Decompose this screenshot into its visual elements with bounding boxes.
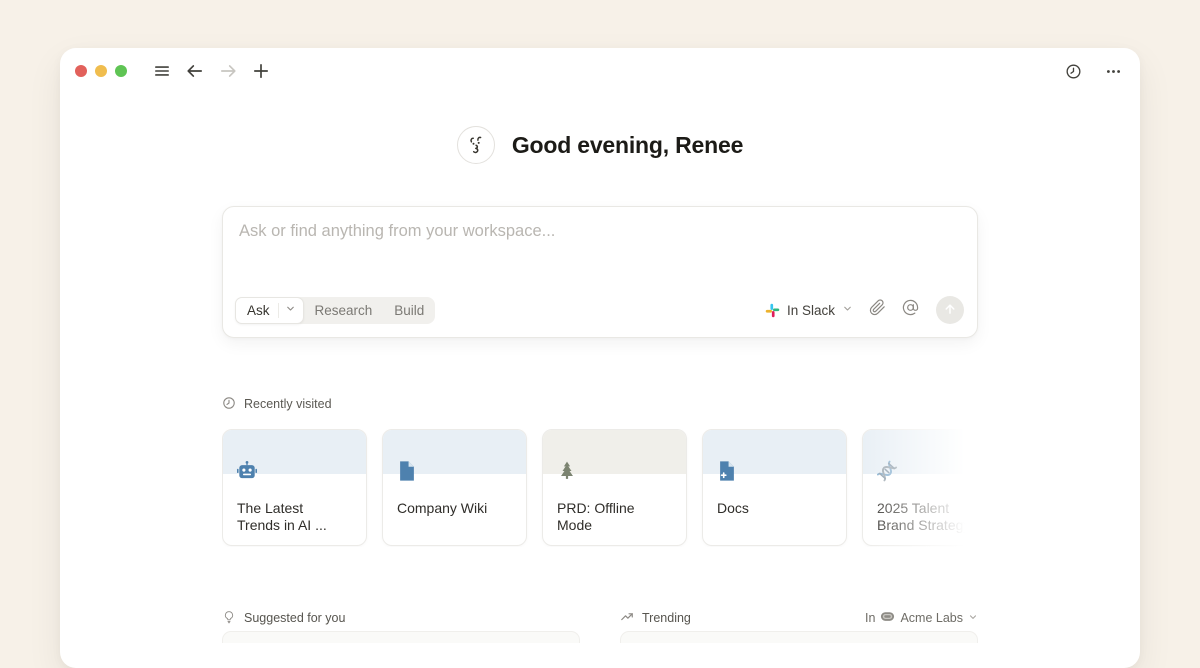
arrow-up-icon [943,302,957,319]
recent-card[interactable]: Company Wiki [382,429,527,546]
titlebar-left-controls [75,61,271,81]
app-window: Good evening, Renee Ask Research Build [60,48,1140,668]
paperclip-icon [869,299,886,321]
hamburger-icon [153,62,171,80]
plus-icon [252,62,270,80]
ai-face-glyph [464,133,488,157]
notion-ai-face-icon [457,126,495,164]
recent-card-title: Company Wiki [383,500,507,517]
workspace-name: Acme Labs [900,611,963,625]
page-icon [396,460,418,482]
mode-ask-label: Ask [236,303,278,318]
below-fold-card-peeks [222,631,978,643]
suggested-label: Suggested for you [244,611,345,625]
attach-button[interactable] [869,299,886,321]
slack-icon [765,303,780,318]
recently-visited-header: Recently visited [222,395,978,413]
ask-input-card: Ask Research Build In Slack [222,206,978,338]
recent-card-title: Docs [703,500,827,517]
ellipsis-icon [1105,63,1122,80]
trending-card-peek [620,631,978,643]
context-picker[interactable]: In Slack [765,301,853,319]
ask-toolbar: Ask Research Build In Slack [223,296,977,337]
mode-ask-button[interactable]: Ask [235,297,304,324]
clock-icon [222,396,236,413]
recently-visited-carousel: The Latest Trends in AI ... Company Wiki P… [222,429,978,547]
recent-card-title: The Latest Trends in AI ... [223,500,347,534]
ask-input[interactable] [223,207,977,296]
dna-icon [876,460,898,482]
lightbulb-icon [222,610,236,627]
recent-card[interactable]: Docs [702,429,847,546]
suggested-card-peek [222,631,580,643]
acme-labs-logo-icon [880,609,895,627]
mode-research-button[interactable]: Research [304,297,384,324]
zoom-window-button[interactable] [115,65,127,77]
more-options-button[interactable] [1103,61,1123,81]
forward-button[interactable] [218,61,238,81]
chevron-down-icon[interactable] [279,301,303,319]
recent-card[interactable]: PRD: Offline Mode [542,429,687,546]
history-clock-icon [1065,63,1082,80]
trending-up-icon [620,610,634,627]
new-tab-button[interactable] [251,61,271,81]
mode-build-button[interactable]: Build [383,297,435,324]
mode-switch: Ask Research Build [235,297,435,324]
titlebar-right-controls [1063,61,1123,81]
footer-section-headers: Suggested for you Trending In Acme Labs [222,609,978,627]
titlebar [60,48,1140,94]
at-sign-icon [902,299,919,321]
workspace-prefix: In [865,611,875,625]
page-plus-icon [716,460,738,482]
history-button[interactable] [1063,61,1083,81]
workspace-filter-dropdown[interactable]: In Acme Labs [865,609,978,627]
sidebar-toggle-button[interactable] [152,61,172,81]
greeting: Good evening, Renee [222,126,978,164]
ask-actions: In Slack [765,296,964,324]
close-window-button[interactable] [75,65,87,77]
minimize-window-button[interactable] [95,65,107,77]
greeting-title: Good evening, Renee [512,132,743,159]
send-button[interactable] [936,296,964,324]
chevron-down-icon [842,301,853,319]
suggested-for-you-header: Suggested for you [222,609,580,627]
robot-icon [236,460,258,482]
recent-card-title: 2025 Talent Brand Strategy [863,500,978,534]
recent-card-title: PRD: Offline Mode [543,500,667,534]
mention-button[interactable] [902,299,919,321]
recent-card[interactable]: 2025 Talent Brand Strategy [862,429,978,546]
chevron-down-icon [968,611,978,625]
recent-card[interactable]: The Latest Trends in AI ... [222,429,367,546]
window-controls [75,65,127,77]
back-arrow-icon [186,62,204,80]
trending-header: Trending In Acme Labs [620,609,978,627]
recent-cards-track: The Latest Trends in AI ... Company Wiki P… [222,429,978,546]
back-button[interactable] [185,61,205,81]
trending-label: Trending [642,611,691,625]
home-content: Good evening, Renee Ask Research Build [222,126,978,643]
recently-visited-label: Recently visited [244,397,332,411]
tree-icon [556,460,578,482]
forward-arrow-icon [219,62,237,80]
context-label: In Slack [787,303,835,318]
